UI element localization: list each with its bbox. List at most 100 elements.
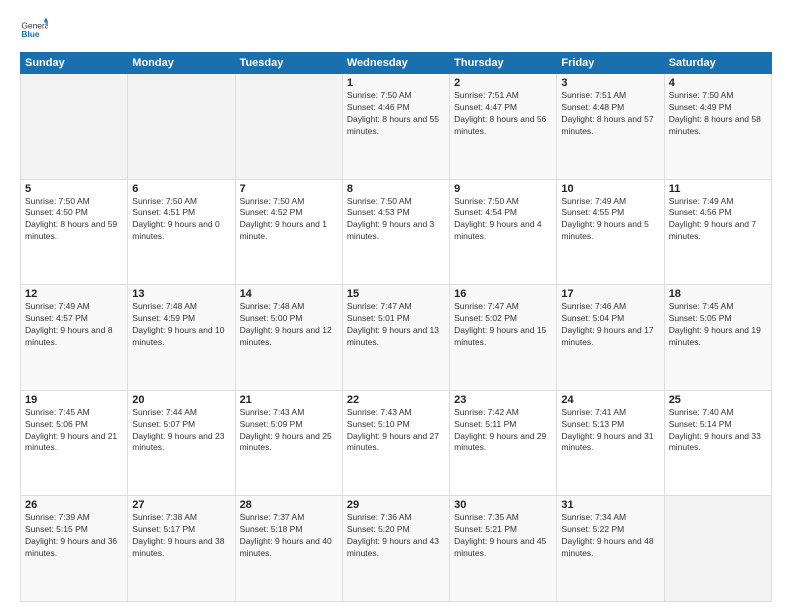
- day-number: 13: [132, 288, 230, 300]
- day-info: Sunrise: 7:44 AM Sunset: 5:07 PM Dayligh…: [132, 407, 230, 455]
- day-number: 19: [25, 394, 123, 406]
- weekday-header-friday: Friday: [557, 53, 664, 74]
- day-number: 7: [240, 183, 338, 195]
- day-cell: 1 Sunrise: 7:50 AM Sunset: 4:46 PM Dayli…: [342, 74, 449, 180]
- week-row-3: 12 Sunrise: 7:49 AM Sunset: 4:57 PM Dayl…: [21, 285, 772, 391]
- day-info: Sunrise: 7:36 AM Sunset: 5:20 PM Dayligh…: [347, 512, 445, 560]
- day-info: Sunrise: 7:50 AM Sunset: 4:54 PM Dayligh…: [454, 196, 552, 244]
- day-cell: 3 Sunrise: 7:51 AM Sunset: 4:48 PM Dayli…: [557, 74, 664, 180]
- day-cell: 30 Sunrise: 7:35 AM Sunset: 5:21 PM Dayl…: [450, 496, 557, 602]
- day-number: 22: [347, 394, 445, 406]
- day-info: Sunrise: 7:38 AM Sunset: 5:17 PM Dayligh…: [132, 512, 230, 560]
- weekday-header-saturday: Saturday: [664, 53, 771, 74]
- day-cell: 5 Sunrise: 7:50 AM Sunset: 4:50 PM Dayli…: [21, 179, 128, 285]
- day-info: Sunrise: 7:40 AM Sunset: 5:14 PM Dayligh…: [669, 407, 767, 455]
- day-number: 31: [561, 499, 659, 511]
- day-cell: 31 Sunrise: 7:34 AM Sunset: 5:22 PM Dayl…: [557, 496, 664, 602]
- day-info: Sunrise: 7:49 AM Sunset: 4:57 PM Dayligh…: [25, 301, 123, 349]
- weekday-header-monday: Monday: [128, 53, 235, 74]
- day-number: 6: [132, 183, 230, 195]
- day-cell: 11 Sunrise: 7:49 AM Sunset: 4:56 PM Dayl…: [664, 179, 771, 285]
- day-info: Sunrise: 7:50 AM Sunset: 4:52 PM Dayligh…: [240, 196, 338, 244]
- day-info: Sunrise: 7:50 AM Sunset: 4:46 PM Dayligh…: [347, 90, 445, 138]
- day-cell: 24 Sunrise: 7:41 AM Sunset: 5:13 PM Dayl…: [557, 390, 664, 496]
- day-info: Sunrise: 7:47 AM Sunset: 5:02 PM Dayligh…: [454, 301, 552, 349]
- day-number: 30: [454, 499, 552, 511]
- week-row-1: 1 Sunrise: 7:50 AM Sunset: 4:46 PM Dayli…: [21, 74, 772, 180]
- day-number: 16: [454, 288, 552, 300]
- day-info: Sunrise: 7:34 AM Sunset: 5:22 PM Dayligh…: [561, 512, 659, 560]
- weekday-header-row: SundayMondayTuesdayWednesdayThursdayFrid…: [21, 53, 772, 74]
- day-info: Sunrise: 7:48 AM Sunset: 4:59 PM Dayligh…: [132, 301, 230, 349]
- day-cell: 17 Sunrise: 7:46 AM Sunset: 5:04 PM Dayl…: [557, 285, 664, 391]
- day-cell: 28 Sunrise: 7:37 AM Sunset: 5:18 PM Dayl…: [235, 496, 342, 602]
- day-number: 5: [25, 183, 123, 195]
- day-info: Sunrise: 7:45 AM Sunset: 5:05 PM Dayligh…: [669, 301, 767, 349]
- day-cell: 23 Sunrise: 7:42 AM Sunset: 5:11 PM Dayl…: [450, 390, 557, 496]
- day-number: 26: [25, 499, 123, 511]
- day-number: 14: [240, 288, 338, 300]
- day-info: Sunrise: 7:48 AM Sunset: 5:00 PM Dayligh…: [240, 301, 338, 349]
- day-cell: 6 Sunrise: 7:50 AM Sunset: 4:51 PM Dayli…: [128, 179, 235, 285]
- weekday-header-tuesday: Tuesday: [235, 53, 342, 74]
- day-cell: 25 Sunrise: 7:40 AM Sunset: 5:14 PM Dayl…: [664, 390, 771, 496]
- week-row-5: 26 Sunrise: 7:39 AM Sunset: 5:15 PM Dayl…: [21, 496, 772, 602]
- week-row-2: 5 Sunrise: 7:50 AM Sunset: 4:50 PM Dayli…: [21, 179, 772, 285]
- generalblue-logo-icon: General Blue: [20, 16, 48, 44]
- day-cell: 9 Sunrise: 7:50 AM Sunset: 4:54 PM Dayli…: [450, 179, 557, 285]
- day-info: Sunrise: 7:50 AM Sunset: 4:50 PM Dayligh…: [25, 196, 123, 244]
- day-cell: [235, 74, 342, 180]
- day-cell: 13 Sunrise: 7:48 AM Sunset: 4:59 PM Dayl…: [128, 285, 235, 391]
- day-info: Sunrise: 7:51 AM Sunset: 4:47 PM Dayligh…: [454, 90, 552, 138]
- day-info: Sunrise: 7:50 AM Sunset: 4:49 PM Dayligh…: [669, 90, 767, 138]
- day-number: 10: [561, 183, 659, 195]
- day-info: Sunrise: 7:35 AM Sunset: 5:21 PM Dayligh…: [454, 512, 552, 560]
- weekday-header-thursday: Thursday: [450, 53, 557, 74]
- day-number: 20: [132, 394, 230, 406]
- day-info: Sunrise: 7:51 AM Sunset: 4:48 PM Dayligh…: [561, 90, 659, 138]
- day-number: 2: [454, 77, 552, 89]
- day-number: 1: [347, 77, 445, 89]
- day-number: 29: [347, 499, 445, 511]
- day-cell: 27 Sunrise: 7:38 AM Sunset: 5:17 PM Dayl…: [128, 496, 235, 602]
- day-cell: 15 Sunrise: 7:47 AM Sunset: 5:01 PM Dayl…: [342, 285, 449, 391]
- day-number: 24: [561, 394, 659, 406]
- day-number: 11: [669, 183, 767, 195]
- day-number: 9: [454, 183, 552, 195]
- day-cell: 8 Sunrise: 7:50 AM Sunset: 4:53 PM Dayli…: [342, 179, 449, 285]
- day-number: 28: [240, 499, 338, 511]
- day-cell: 18 Sunrise: 7:45 AM Sunset: 5:05 PM Dayl…: [664, 285, 771, 391]
- day-info: Sunrise: 7:42 AM Sunset: 5:11 PM Dayligh…: [454, 407, 552, 455]
- day-info: Sunrise: 7:49 AM Sunset: 4:56 PM Dayligh…: [669, 196, 767, 244]
- day-cell: 7 Sunrise: 7:50 AM Sunset: 4:52 PM Dayli…: [235, 179, 342, 285]
- week-row-4: 19 Sunrise: 7:45 AM Sunset: 5:06 PM Dayl…: [21, 390, 772, 496]
- day-number: 27: [132, 499, 230, 511]
- day-cell: 4 Sunrise: 7:50 AM Sunset: 4:49 PM Dayli…: [664, 74, 771, 180]
- day-cell: 20 Sunrise: 7:44 AM Sunset: 5:07 PM Dayl…: [128, 390, 235, 496]
- day-cell: 19 Sunrise: 7:45 AM Sunset: 5:06 PM Dayl…: [21, 390, 128, 496]
- day-cell: 10 Sunrise: 7:49 AM Sunset: 4:55 PM Dayl…: [557, 179, 664, 285]
- page-header: General Blue: [20, 16, 772, 44]
- calendar-table: SundayMondayTuesdayWednesdayThursdayFrid…: [20, 52, 772, 602]
- day-cell: 22 Sunrise: 7:43 AM Sunset: 5:10 PM Dayl…: [342, 390, 449, 496]
- day-cell: 16 Sunrise: 7:47 AM Sunset: 5:02 PM Dayl…: [450, 285, 557, 391]
- day-cell: 21 Sunrise: 7:43 AM Sunset: 5:09 PM Dayl…: [235, 390, 342, 496]
- weekday-header-wednesday: Wednesday: [342, 53, 449, 74]
- day-number: 3: [561, 77, 659, 89]
- day-info: Sunrise: 7:49 AM Sunset: 4:55 PM Dayligh…: [561, 196, 659, 244]
- day-number: 17: [561, 288, 659, 300]
- day-info: Sunrise: 7:45 AM Sunset: 5:06 PM Dayligh…: [25, 407, 123, 455]
- day-number: 25: [669, 394, 767, 406]
- day-cell: [664, 496, 771, 602]
- day-cell: 29 Sunrise: 7:36 AM Sunset: 5:20 PM Dayl…: [342, 496, 449, 602]
- day-info: Sunrise: 7:50 AM Sunset: 4:53 PM Dayligh…: [347, 196, 445, 244]
- day-cell: [128, 74, 235, 180]
- logo: General Blue: [20, 16, 48, 44]
- day-number: 23: [454, 394, 552, 406]
- day-info: Sunrise: 7:39 AM Sunset: 5:15 PM Dayligh…: [25, 512, 123, 560]
- day-info: Sunrise: 7:43 AM Sunset: 5:10 PM Dayligh…: [347, 407, 445, 455]
- day-number: 12: [25, 288, 123, 300]
- day-cell: 26 Sunrise: 7:39 AM Sunset: 5:15 PM Dayl…: [21, 496, 128, 602]
- day-info: Sunrise: 7:47 AM Sunset: 5:01 PM Dayligh…: [347, 301, 445, 349]
- day-info: Sunrise: 7:37 AM Sunset: 5:18 PM Dayligh…: [240, 512, 338, 560]
